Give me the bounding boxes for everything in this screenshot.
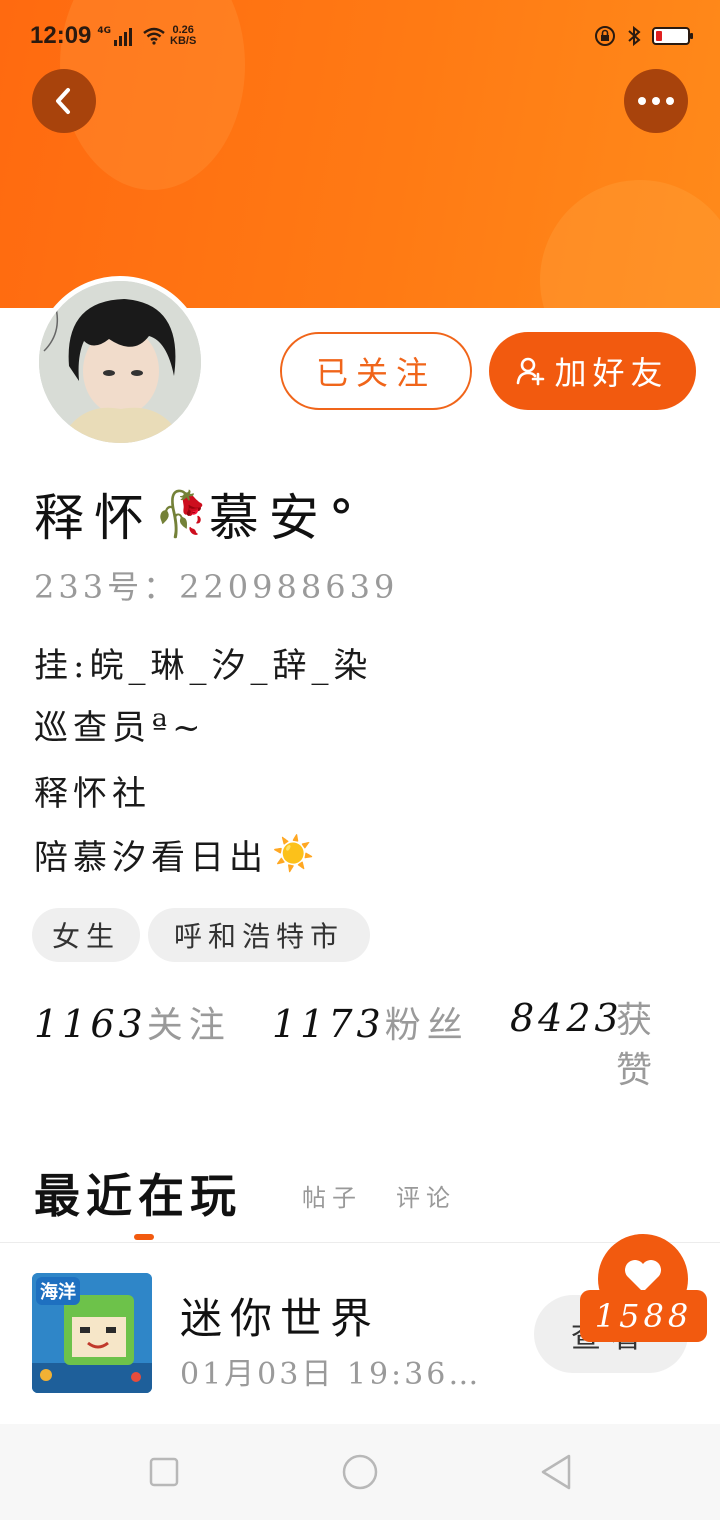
stat-following[interactable]: 1163 关注	[34, 996, 231, 1048]
bio-line: 巡查员ª~	[34, 707, 206, 748]
add-friend-button[interactable]: 加好友	[489, 332, 696, 410]
game-icon-label: 海洋	[36, 1277, 80, 1305]
following-label: 关注	[146, 1005, 231, 1046]
rotation-lock-icon	[595, 26, 615, 46]
wilted-rose-icon: 🥀	[154, 489, 209, 540]
following-count: 1163	[34, 1002, 147, 1046]
location-tag: 呼和浩特市	[148, 908, 370, 962]
avatar-image	[39, 281, 201, 443]
speed-unit: KB/S	[170, 35, 197, 47]
game-last-played: 01月03日 19:36玩过	[180, 1357, 510, 1392]
followed-button[interactable]: 已关注	[280, 332, 472, 410]
home-button[interactable]	[340, 1452, 380, 1492]
header-decoration	[540, 180, 720, 308]
signal-icon: 4G	[97, 26, 133, 46]
triangle-back-icon	[541, 1454, 571, 1490]
bluetooth-icon	[628, 25, 641, 47]
gender-tag: 女生	[32, 908, 140, 962]
stat-likes[interactable]: 8423	[510, 996, 623, 1040]
status-time: 12:09	[30, 22, 92, 49]
username-part2: 慕安°	[208, 489, 364, 547]
recent-apps-button[interactable]	[144, 1452, 184, 1492]
network-type: 4G	[97, 26, 112, 36]
square-icon	[149, 1457, 179, 1487]
more-dots-icon	[638, 97, 674, 105]
bio-text: 陪慕汐看日出	[34, 837, 268, 878]
add-friend-label: 加好友	[554, 354, 669, 392]
back-button[interactable]	[32, 69, 96, 133]
add-user-icon	[517, 357, 545, 386]
stat-fans[interactable]: 1173 粉丝	[272, 996, 469, 1048]
back-nav-button[interactable]	[536, 1452, 576, 1492]
likes-count: 8423	[510, 996, 623, 1040]
chevron-left-icon	[56, 88, 70, 114]
more-button[interactable]	[624, 69, 688, 133]
bio-line: 释怀社	[34, 773, 151, 814]
sun-icon: ☀️	[272, 834, 320, 874]
tab-indicator	[134, 1234, 154, 1240]
avatar[interactable]	[34, 276, 206, 448]
fans-count: 1173	[272, 1002, 385, 1046]
fans-label: 粉丝	[384, 1005, 469, 1046]
user-id: 233号：220988639	[34, 568, 399, 606]
followed-label: 已关注	[315, 354, 436, 392]
battery-icon	[652, 27, 693, 45]
tab-posts[interactable]: 帖子	[302, 1178, 362, 1213]
status-bar: 12:09 4G 0.26 KB/S	[0, 0, 720, 72]
likes-label: 获赞	[616, 1000, 653, 1091]
heart-icon	[625, 1260, 661, 1292]
status-icons-right	[594, 25, 693, 47]
username: 释怀 🥀 慕安°	[34, 478, 364, 550]
like-count-badge[interactable]: 1588	[580, 1290, 707, 1342]
wifi-icon	[143, 27, 165, 45]
username-part1: 释怀	[34, 489, 154, 547]
circle-icon	[342, 1454, 378, 1490]
system-nav-bar	[0, 1424, 720, 1520]
tab-comments[interactable]: 评论	[396, 1178, 456, 1213]
tab-recent-playing[interactable]: 最近在玩	[34, 1160, 242, 1226]
bio-line: 陪慕汐看日出 ☀️	[34, 830, 319, 878]
network-speed: 0.26 KB/S	[170, 25, 196, 47]
game-name: 迷你世界	[180, 1294, 381, 1343]
game-icon: 海洋	[32, 1273, 152, 1393]
bio-line: 挂:皖_琳_汐_辞_染	[34, 645, 373, 686]
